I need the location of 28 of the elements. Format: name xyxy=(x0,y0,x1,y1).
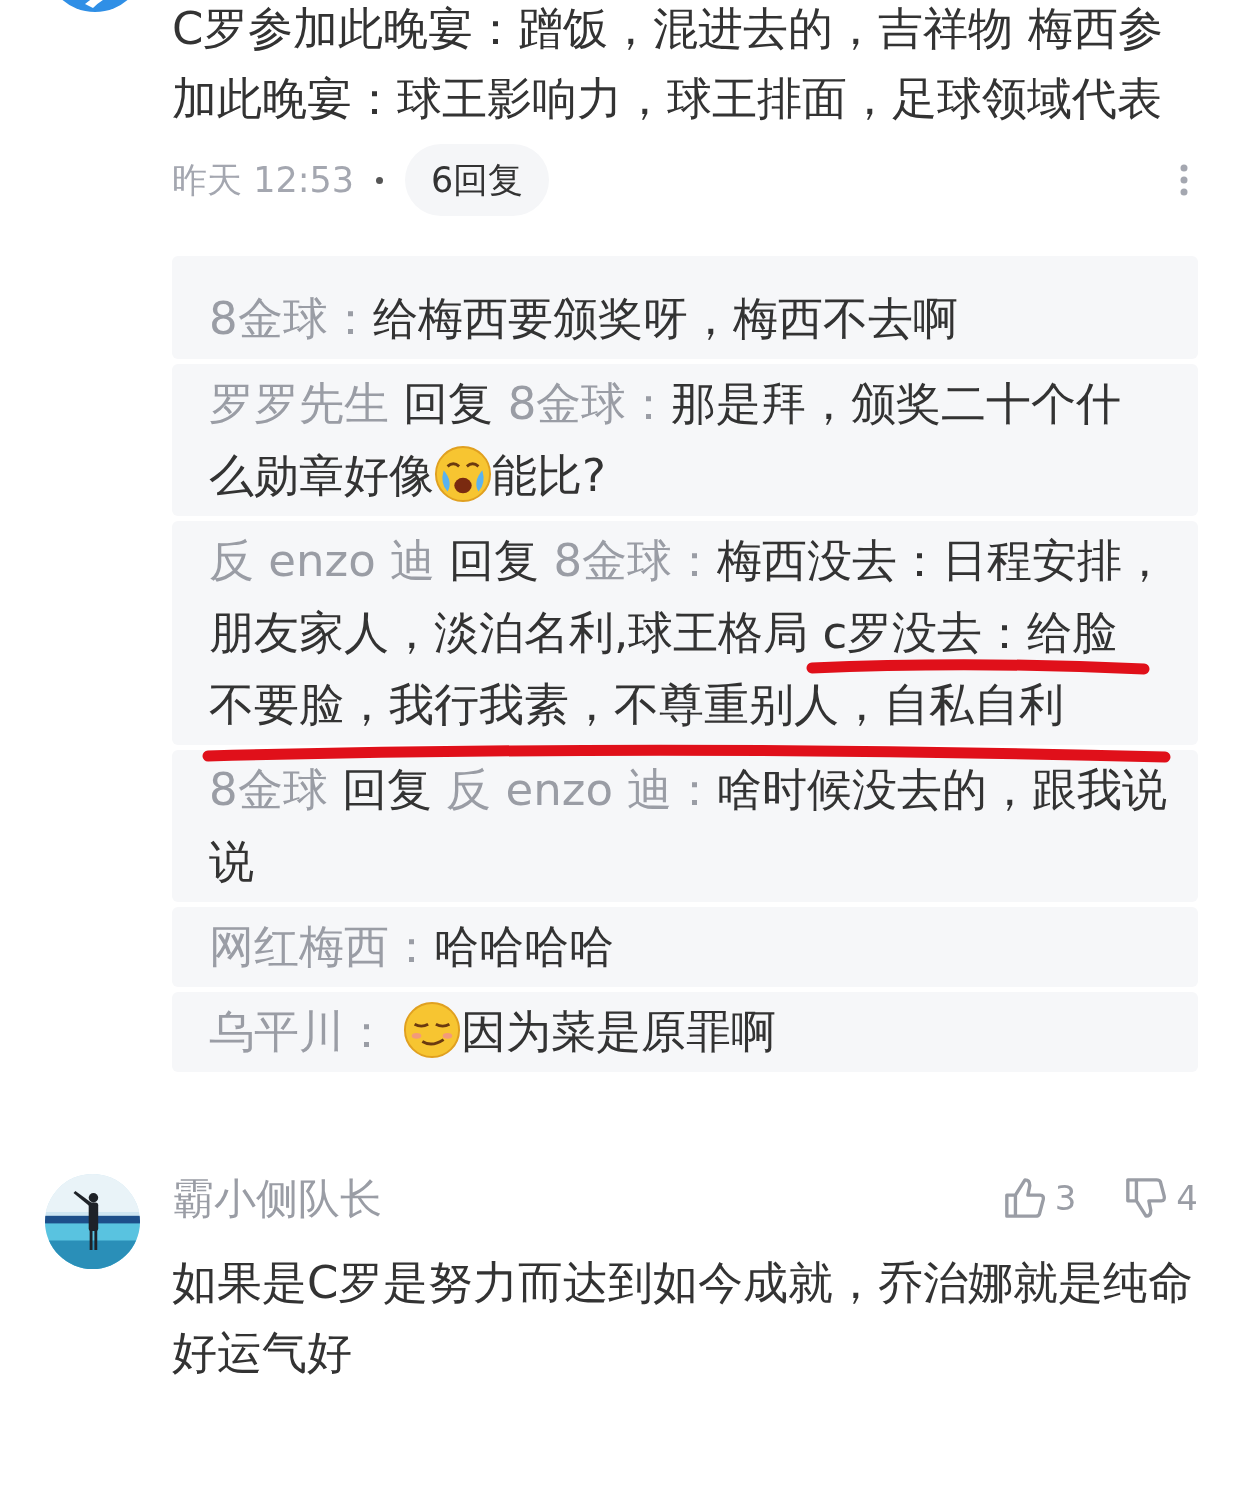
reply-text: 网红梅西：哈哈哈哈 xyxy=(209,920,614,973)
reply-text: 8金球：给梅西要颁奖呀，梅西不去啊 xyxy=(209,292,958,345)
reply-text: 罗罗先生 回复 8金球：那是拜，颁奖二十个什 xyxy=(209,377,1122,430)
reply-text: 朋友家人，淡泊名利,球王格局 c罗没去：给脸 xyxy=(209,606,1118,659)
reply-card[interactable]: 乌平川： 因为菜是原罪啊 xyxy=(172,992,1198,1072)
smiling-face-icon xyxy=(403,1001,461,1059)
reply-text: 不要脸，我行我素，不尊重别人，自私自利 xyxy=(209,678,1064,731)
reply-text: 因为菜是原罪啊 xyxy=(461,1005,776,1058)
comment-text: C罗参加此晚宴：蹭饭，混进去的，吉祥物 梅西参加此晚宴：球王影响力，球王排面，足球领域代表 xyxy=(172,1,1164,127)
reply-card[interactable]: 网红梅西：哈哈哈哈 xyxy=(172,907,1198,987)
comment-text: 如果是C罗是努力而达到如今成就，乔治娜就是纯命好运气好 xyxy=(172,1255,1195,1381)
reply-text: 能比? xyxy=(492,449,606,502)
reply-text: 么勋章好像 xyxy=(209,449,434,502)
thumbs-up-icon xyxy=(1002,1176,1047,1220)
reply-text: 说 xyxy=(209,835,254,888)
reply-text: 乌平川： xyxy=(209,1005,390,1058)
replies-button[interactable]: 6回复 xyxy=(405,144,550,216)
more-options-icon xyxy=(1180,164,1188,196)
reply-card[interactable]: 罗罗先生 回复 8金球：那是拜，颁奖二十个什 么勋章好像 能比? xyxy=(172,364,1198,516)
reply-text: 反 enzo 迪 回复 8金球：梅西没去：日程安排， xyxy=(209,534,1168,587)
reply-card[interactable]: 反 enzo 迪 回复 8金球：梅西没去：日程安排， 朋友家人，淡泊名利,球王格局 c罗没去：给脸 不要脸，我行我素，不尊重别人，自私自利 xyxy=(172,521,1198,745)
separator-dot xyxy=(376,176,383,184)
reply-card[interactable]: 8金球：给梅西要颁奖呀，梅西不去啊 xyxy=(172,256,1198,359)
timestamp: 昨天 12:53 xyxy=(172,158,354,202)
reply-card[interactable]: 8金球 回复 反 enzo 迪：啥时候没去的，跟我说 说 xyxy=(172,750,1198,902)
reply-text: 8金球 回复 反 enzo 迪：啥时候没去的，跟我说 xyxy=(209,763,1168,816)
thumbs-down-icon xyxy=(1124,1176,1169,1220)
crying-face-icon xyxy=(434,445,492,503)
